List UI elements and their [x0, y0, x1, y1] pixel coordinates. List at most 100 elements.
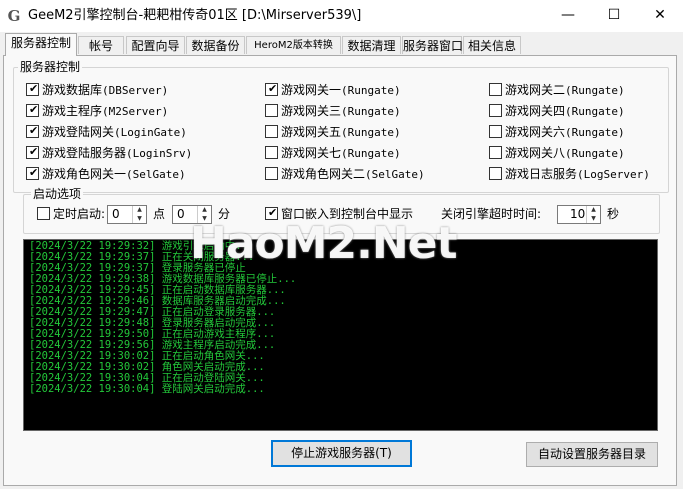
stop-server-button[interactable]: 停止游戏服务器(T) [271, 440, 412, 467]
server-checkbox-label: 游戏登陆网关 [42, 125, 115, 139]
spin-up-icon[interactable]: ▲ [199, 206, 210, 214]
checkbox-box[interactable] [489, 167, 502, 180]
title-bar[interactable]: G GeeM2引擎控制台-耙耙柑传奇01区 [D:\Mirserver539\]… [0, 0, 683, 32]
hour-value[interactable]: 0 [112, 207, 120, 222]
server-checkbox-tag: (Rungate) [565, 105, 625, 118]
tab-strip: 服务器控制 帐号 配置向导 数据备份 HeroM2版本转换 数据清理 服务器窗口… [0, 33, 683, 56]
server-checkbox-tag: (Rungate) [565, 84, 625, 97]
checkbox-box[interactable]: ✔ [26, 103, 39, 117]
timeout-spinner[interactable]: 10 ▲ ▼ [557, 205, 601, 224]
timed-start-checkbox[interactable]: 定时启动: [37, 206, 105, 222]
tab-config-wizard[interactable]: 配置向导 [126, 36, 185, 54]
window-title: GeeM2引擎控制台-耙耙柑传奇01区 [D:\Mirserver539\] [28, 8, 362, 23]
check-mark-icon: ✔ [29, 103, 39, 116]
timeout-value[interactable]: 10 [570, 207, 585, 222]
server-checkbox-tag: (Rungate) [341, 147, 401, 160]
server-checkbox-label: 游戏网关三 [281, 104, 342, 118]
server-checkbox[interactable]: 游戏网关四(Rungate) [489, 103, 625, 119]
server-checkbox-tag: (SelGate) [365, 168, 425, 181]
checkbox-box[interactable] [489, 146, 502, 159]
server-checkbox[interactable]: ✔ 游戏主程序(M2Server) [26, 103, 168, 119]
check-mark-icon: ✔ [268, 82, 278, 95]
checkbox-box[interactable] [265, 104, 278, 117]
server-checkbox-tag: (M2Server) [102, 105, 169, 118]
checkbox-box[interactable] [265, 146, 278, 159]
server-checkbox[interactable]: 游戏日志服务(LogServer) [489, 166, 650, 182]
server-checkbox[interactable]: 游戏网关三(Rungate) [265, 103, 401, 119]
server-checkbox-label: 游戏数据库 [42, 83, 103, 97]
hour-spinner-arrows[interactable]: ▲ ▼ [132, 206, 146, 223]
spin-down-icon[interactable]: ▼ [134, 215, 145, 223]
checkbox-box[interactable] [265, 167, 278, 180]
server-checkbox[interactable]: ✔ 游戏登陆网关(LoginGate) [26, 124, 187, 140]
tab-data-backup[interactable]: 数据备份 [186, 36, 245, 54]
server-checkbox[interactable]: ✔ 游戏数据库(DBServer) [26, 82, 168, 98]
minute-value[interactable]: 0 [177, 207, 185, 222]
server-checkbox-tag: (Rungate) [341, 84, 401, 97]
log-line: [2024/3/22 19:30:04] 登陆网关启动完成... [29, 383, 265, 395]
server-checkbox-label: 游戏网关六 [505, 125, 566, 139]
checkbox-box[interactable]: ✔ [265, 82, 278, 96]
check-mark-icon: ✔ [29, 82, 39, 95]
tab-data-cleanup[interactable]: 数据清理 [342, 36, 401, 54]
checkbox-box[interactable]: ✔ [26, 145, 39, 159]
timeout-spinner-arrows[interactable]: ▲ ▼ [586, 206, 600, 223]
minimize-button[interactable]: — [545, 0, 591, 30]
tab-server-control[interactable]: 服务器控制 [5, 33, 77, 56]
checkbox-box[interactable] [489, 125, 502, 138]
server-checkbox-label: 游戏网关七 [281, 146, 342, 160]
server-checkbox-tag: (Rungate) [565, 126, 625, 139]
server-checkbox-label: 游戏网关四 [505, 104, 566, 118]
server-checkbox-label: 游戏网关一 [281, 83, 342, 97]
check-mark-icon: ✔ [29, 124, 39, 137]
server-checkbox[interactable]: 游戏网关五(Rungate) [265, 124, 401, 140]
server-checkbox[interactable]: 游戏网关八(Rungate) [489, 145, 625, 161]
server-checkbox-label: 游戏网关二 [505, 83, 566, 97]
server-checkbox-label: 游戏角色网关一 [42, 167, 127, 181]
spin-up-icon[interactable]: ▲ [134, 206, 145, 214]
server-checkbox-label: 游戏日志服务 [505, 167, 578, 181]
checkbox-box[interactable]: ✔ [26, 124, 39, 138]
hour-spinner[interactable]: 0 ▲ ▼ [107, 205, 147, 224]
maximize-button[interactable]: ☐ [591, 0, 637, 30]
server-checkbox[interactable]: 游戏网关六(Rungate) [489, 124, 625, 140]
tab-herom2-convert[interactable]: HeroM2版本转换 [246, 36, 341, 54]
server-checkbox[interactable]: ✔ 游戏角色网关一(SelGate) [26, 166, 186, 182]
spin-down-icon[interactable]: ▼ [588, 215, 599, 223]
checkbox-box[interactable] [489, 104, 502, 117]
tab-account[interactable]: 帐号 [78, 36, 124, 54]
watermark: HaoM2.Net [190, 218, 458, 269]
server-checkbox-tag: (DBServer) [102, 84, 169, 97]
server-checkbox-tag: (SelGate) [126, 168, 186, 181]
server-checkbox-tag: (Rungate) [341, 105, 401, 118]
checkbox-box[interactable]: ✔ [26, 82, 39, 96]
hour-unit-label: 点 [153, 207, 166, 221]
checkbox-box[interactable] [489, 83, 502, 96]
server-checkbox-label: 游戏角色网关二 [281, 167, 366, 181]
checkbox-box[interactable] [265, 125, 278, 138]
checkbox-box[interactable] [37, 207, 50, 220]
server-checkbox-tag: (LogServer) [577, 168, 650, 181]
auto-config-button[interactable]: 自动设置服务器目录 [526, 442, 658, 467]
server-control-group-label: 服务器控制 [18, 60, 83, 74]
check-mark-icon: ✔ [29, 145, 39, 158]
tab-related-info[interactable]: 相关信息 [463, 36, 521, 54]
server-checkbox[interactable]: 游戏网关二(Rungate) [489, 82, 625, 98]
server-checkbox-label: 游戏登陆服务器 [42, 146, 127, 160]
server-checkbox[interactable]: ✔ 游戏网关一(Rungate) [265, 82, 401, 98]
server-checkbox-tag: (LoginGate) [114, 126, 187, 139]
server-checkbox-label: 游戏网关五 [281, 125, 342, 139]
close-button[interactable]: ✕ [637, 0, 683, 30]
timeout-unit-label: 秒 [607, 207, 620, 221]
app-logo-icon: G [7, 7, 21, 25]
server-checkbox[interactable]: 游戏网关七(Rungate) [265, 145, 401, 161]
server-checkbox-label: 游戏网关八 [505, 146, 566, 160]
tab-server-window[interactable]: 服务器窗口 [402, 36, 463, 54]
server-checkbox-tag: (LoginSrv) [126, 147, 193, 160]
server-checkbox[interactable]: 游戏角色网关二(SelGate) [265, 166, 425, 182]
checkbox-box[interactable]: ✔ [26, 166, 39, 180]
spin-up-icon[interactable]: ▲ [588, 206, 599, 214]
timed-start-label: 定时启动: [53, 207, 106, 221]
server-checkbox[interactable]: ✔ 游戏登陆服务器(LoginSrv) [26, 145, 192, 161]
server-checkbox-tag: (Rungate) [565, 147, 625, 160]
